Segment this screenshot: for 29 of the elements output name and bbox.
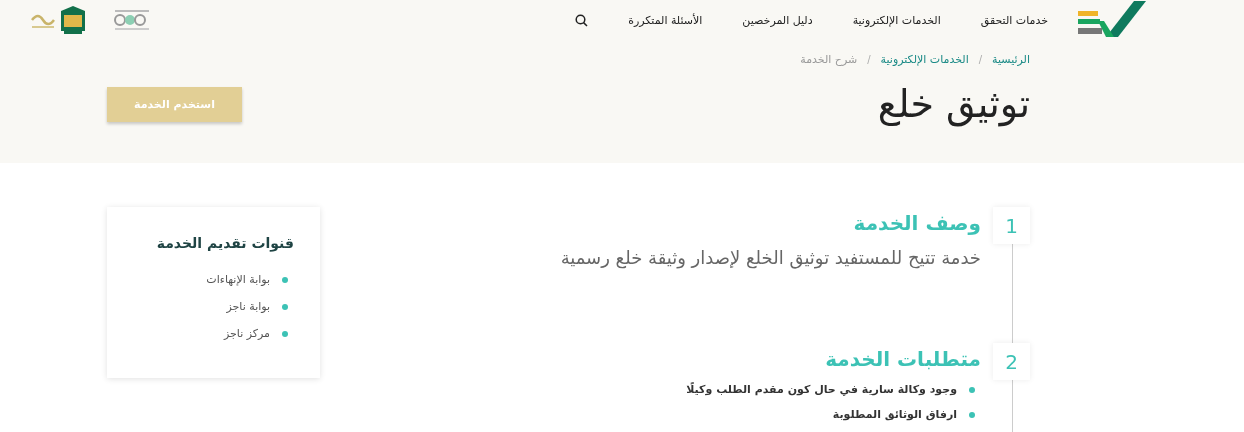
step-heading: متطلبات الخدمة <box>824 347 981 371</box>
najiz-logo[interactable] <box>1076 1 1146 39</box>
breadcrumb-link[interactable]: الخدمات الإلكترونية <box>880 53 969 66</box>
nav-link[interactable]: دليل المرخصين <box>742 13 813 27</box>
bullet-icon <box>282 330 288 337</box>
channel-link[interactable]: بوابة الإنهاءات <box>206 273 270 286</box>
step-number: 2 <box>993 343 1030 380</box>
bullet-icon <box>282 303 288 310</box>
bullet-icon <box>282 276 288 283</box>
ministry-logo <box>59 5 87 35</box>
step-heading: وصف الخدمة <box>852 211 981 235</box>
step-description: خدمة تتيح للمستفيد توثيق الخلع لإصدار وثيقة خلع رسمية <box>560 247 981 268</box>
search-icon[interactable] <box>575 13 589 27</box>
breadcrumb-current: شرح الخدمة <box>800 53 858 66</box>
breadcrumb-link[interactable]: الرئيسية <box>992 53 1030 66</box>
requirement-text: ارفاق الوثائق المطلوبة <box>832 408 957 421</box>
nav-link[interactable]: خدمات التحقق <box>980 13 1048 27</box>
page-title: توثيق خلع <box>877 82 1030 126</box>
nav-link[interactable]: الخدمات الإلكترونية <box>852 13 941 27</box>
nav-link[interactable]: الأسئلة المتكررة <box>628 13 703 27</box>
channel-link[interactable]: مركز ناجز <box>223 327 270 340</box>
requirement-text: وجود وكالة سارية في حال كون مقدم الطلب وكيلًا <box>686 383 957 396</box>
step-number: 1 <box>993 207 1030 244</box>
card-title: قنوات تقديم الخدمة <box>155 235 294 251</box>
bullet-icon <box>969 386 975 393</box>
channel-link[interactable]: بوابة ناجز <box>226 300 270 313</box>
breadcrumb-separator: / <box>867 54 871 65</box>
bullet-icon <box>969 411 975 418</box>
breadcrumb-separator: / <box>978 54 983 65</box>
